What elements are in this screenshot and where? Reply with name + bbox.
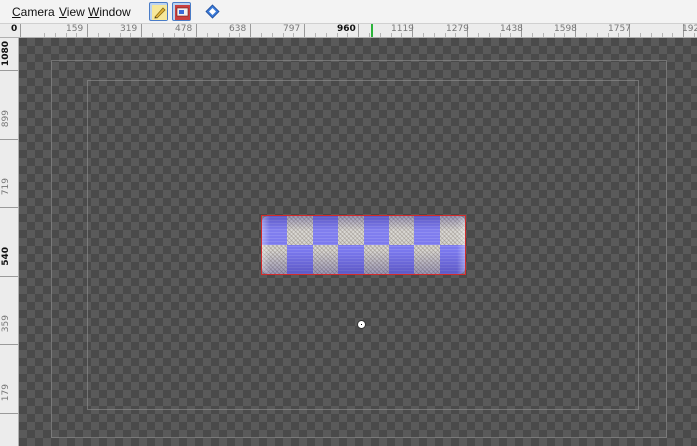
hruler-minor-tick xyxy=(163,33,164,37)
hruler-minor-tick xyxy=(672,33,673,37)
vruler-major-tick xyxy=(0,207,18,208)
hruler-minor-tick xyxy=(109,33,110,37)
hruler-label: 1438 xyxy=(500,24,523,34)
transform-tool-button[interactable] xyxy=(149,2,168,21)
vruler-label: 899 xyxy=(1,110,11,128)
checker-cell xyxy=(414,245,440,274)
horizontal-ruler[interactable]: 0 159 319 478 638 797 960 1119 1279 1438 1598 1757 1… xyxy=(0,24,697,38)
menu-window-accel: W xyxy=(88,5,100,19)
menu-camera-label: amera xyxy=(20,5,55,19)
hruler-minor-tick xyxy=(543,33,544,37)
hruler-label: 797 xyxy=(283,24,301,34)
pencil-icon xyxy=(152,5,167,20)
hruler-minor-tick xyxy=(369,33,370,37)
hruler-minor-tick xyxy=(423,33,424,37)
vruler-major-tick xyxy=(0,70,18,71)
diamond-nav-icon xyxy=(205,4,220,19)
hruler-minor-tick xyxy=(152,33,153,37)
vruler-label: 1080 xyxy=(1,41,11,67)
hruler-minor-tick xyxy=(694,33,695,37)
cylinder-right-cap xyxy=(457,216,465,274)
hruler-label: 960 xyxy=(337,24,356,34)
vertical-ruler[interactable]: 1080 899 719 540 359 179 xyxy=(0,38,19,446)
checker-cell xyxy=(338,216,364,245)
menu-camera-accel: C xyxy=(12,5,21,19)
checker-cell xyxy=(364,245,390,274)
checker-cell xyxy=(364,216,390,245)
cylinder-left-cap xyxy=(262,216,270,274)
hruler-label: 0 xyxy=(11,24,18,34)
vruler-label: 179 xyxy=(1,384,11,402)
hruler-minor-tick xyxy=(44,33,45,37)
hruler-label: 1757 xyxy=(608,24,631,34)
checker-cell xyxy=(338,245,364,274)
menu-window[interactable]: Window xyxy=(88,5,131,19)
menu-window-label: indow xyxy=(99,5,131,19)
checker-cell xyxy=(287,216,313,245)
hruler-minor-tick xyxy=(597,33,598,37)
menu-view-label: iew xyxy=(66,5,85,19)
hruler-minor-tick xyxy=(218,33,219,37)
vruler-major-tick xyxy=(0,413,18,414)
hruler-minor-tick xyxy=(261,33,262,37)
hruler-minor-tick xyxy=(532,33,533,37)
hruler-minor-tick xyxy=(326,33,327,37)
checker-cell xyxy=(287,245,313,274)
checker-cell xyxy=(313,245,339,274)
hruler-minor-tick xyxy=(662,33,663,37)
hruler-minor-tick xyxy=(207,33,208,37)
vruler-label: 719 xyxy=(1,178,11,196)
checker-cell xyxy=(389,216,415,245)
hruler-minor-tick xyxy=(478,33,479,37)
hruler-major-tick xyxy=(20,24,21,37)
hruler-label: 1119 xyxy=(391,24,414,34)
checker-cell xyxy=(313,216,339,245)
navigate-button[interactable] xyxy=(203,2,222,21)
vruler-label: 540 xyxy=(1,247,11,266)
hruler-major-tick xyxy=(141,24,142,37)
hruler-label: 319 xyxy=(120,24,138,34)
vruler-major-tick xyxy=(0,139,18,140)
hruler-label: 478 xyxy=(175,24,193,34)
menu-camera[interactable]: Camera xyxy=(12,5,55,19)
menu-view-accel: V xyxy=(59,5,67,19)
vruler-label: 359 xyxy=(1,315,11,333)
checker-cell xyxy=(389,245,415,274)
hruler-label: 159 xyxy=(66,24,84,34)
hruler-major-tick xyxy=(250,24,251,37)
checker-cell xyxy=(414,216,440,245)
hruler-minor-tick xyxy=(651,33,652,37)
camera-viewport[interactable] xyxy=(19,38,697,446)
pivot-handle[interactable] xyxy=(357,320,366,329)
hruler-minor-tick xyxy=(380,33,381,37)
hruler-label: 638 xyxy=(229,24,247,34)
hruler-minor-tick xyxy=(272,33,273,37)
hruler-major-tick xyxy=(196,24,197,37)
hruler-minor-tick xyxy=(489,33,490,37)
render-region-button[interactable] xyxy=(172,2,191,21)
vruler-major-tick xyxy=(0,344,18,345)
menu-bar: Camera View Window xyxy=(0,0,697,24)
hruler-major-tick xyxy=(87,24,88,37)
hruler-major-tick xyxy=(358,24,359,37)
hruler-minor-tick xyxy=(98,33,99,37)
hruler-cursor-marker xyxy=(371,24,373,37)
hruler-label: 1598 xyxy=(554,24,577,34)
vruler-major-tick xyxy=(0,276,18,277)
hruler-label: 1279 xyxy=(446,24,469,34)
menu-view[interactable]: View xyxy=(59,5,85,19)
hruler-minor-tick xyxy=(315,33,316,37)
hruler-minor-tick xyxy=(434,33,435,37)
hruler-minor-tick xyxy=(55,33,56,37)
hruler-major-tick xyxy=(304,24,305,37)
selected-cylinder-object[interactable] xyxy=(261,215,466,275)
checker-texture xyxy=(262,216,465,274)
render-icon xyxy=(175,5,190,20)
hruler-minor-tick xyxy=(586,33,587,37)
hruler-minor-tick xyxy=(640,33,641,37)
